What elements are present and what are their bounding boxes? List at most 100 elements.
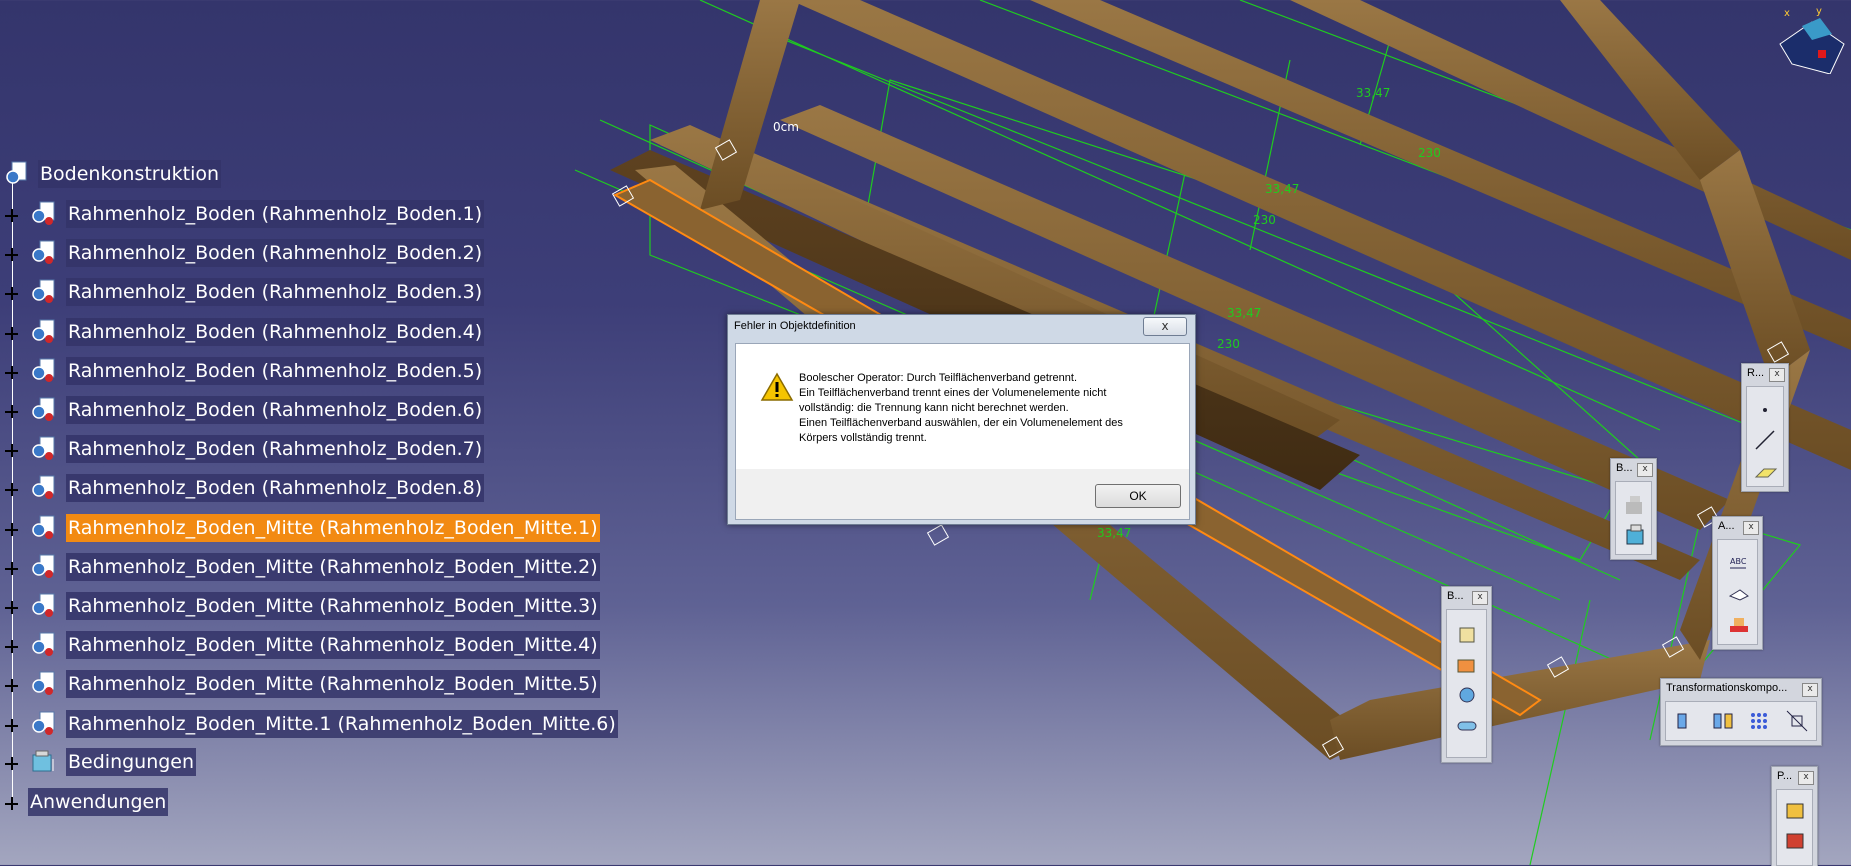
dialog-message-line: vollständig: die Trennung kann nicht ber…: [799, 402, 1069, 414]
dialog-message-line: Ein Teilflächenverband trennt eines der …: [799, 387, 1107, 399]
symmetry-icon[interactable]: [1710, 708, 1736, 734]
thick-surface-icon[interactable]: [1454, 652, 1480, 678]
dialog-message-line: Einen Teilflächenverband auswählen, der …: [799, 417, 1123, 429]
dimension-230-a: 230: [1418, 146, 1441, 160]
toolbar-r[interactable]: R... x: [1741, 363, 1789, 492]
part-instance-icon: [32, 475, 55, 500]
expand-icon[interactable]: [5, 326, 18, 340]
pad-icon[interactable]: [1783, 798, 1809, 824]
constraints-icon: [32, 750, 54, 772]
close-surface-icon[interactable]: [1454, 682, 1480, 708]
compass-widget[interactable]: x y: [1772, 4, 1848, 74]
offset-label: 0cm: [773, 120, 799, 134]
part-icon[interactable]: [1726, 612, 1752, 638]
expand-icon[interactable]: [5, 405, 18, 418]
toolbar-title: B...: [1616, 462, 1633, 474]
dimension-230-c: 230: [1217, 337, 1240, 351]
constraints-label: Bedingungen: [66, 748, 197, 776]
dimension-33-47-a: 33,47: [1356, 86, 1390, 100]
part-instance-icon: [32, 201, 55, 225]
grid-icon[interactable]: [1622, 492, 1648, 518]
box-icon[interactable]: [1622, 522, 1648, 548]
tree-item-label: Rahmenholz_Boden_Mitte (Rahmenholz_Boden…: [66, 513, 600, 542]
tree-item-label: Rahmenholz_Boden (Rahmenholz_Boden.1): [66, 200, 485, 228]
expand-icon[interactable]: [5, 601, 18, 614]
part-instance-icon: [32, 319, 55, 343]
error-dialog: Fehler in Objektdefinition x Boolescher …: [727, 314, 1196, 525]
tree-item-label: Rahmenholz_Boden (Rahmenholz_Boden.2): [66, 239, 485, 268]
toolbar-close-button[interactable]: x: [1769, 368, 1785, 382]
tree-item-label: Rahmenholz_Boden (Rahmenholz_Boden.7): [66, 435, 485, 464]
dimension-33-47-b: 33,47: [1265, 182, 1299, 196]
dialog-footer: OK: [736, 469, 1189, 519]
expand-icon[interactable]: [5, 718, 18, 732]
tree-item-label: Rahmenholz_Boden_Mitte (Rahmenholz_Boden…: [66, 670, 600, 699]
translation-icon[interactable]: [1672, 708, 1698, 734]
pattern-icon[interactable]: [1746, 708, 1772, 734]
part-instance-icon: [32, 554, 55, 578]
toolbar-close-button[interactable]: x: [1472, 591, 1488, 605]
toolbar-a[interactable]: A... x ABC: [1712, 516, 1763, 650]
toolbar-body: [1746, 386, 1784, 487]
dimension-33-47-d: 33,47: [1097, 526, 1131, 540]
tree-item-label: Rahmenholz_Boden (Rahmenholz_Boden.4): [66, 317, 485, 346]
part-instance-icon: [32, 436, 55, 461]
line-icon[interactable]: [1752, 427, 1778, 453]
toolbar-close-button[interactable]: x: [1798, 771, 1814, 785]
toolbar-close-button[interactable]: x: [1802, 683, 1818, 697]
expand-icon[interactable]: [5, 483, 18, 497]
expand-icon[interactable]: [5, 365, 18, 379]
expand-icon[interactable]: [5, 561, 18, 575]
expand-icon[interactable]: [5, 640, 18, 654]
ok-button[interactable]: OK: [1095, 484, 1181, 508]
sew-surface-icon[interactable]: [1454, 712, 1480, 738]
tree-item-label: Rahmenholz_Boden (Rahmenholz_Boden.6): [66, 396, 485, 424]
dialog-close-button[interactable]: x: [1143, 317, 1187, 336]
toolbar-p[interactable]: P... x: [1771, 766, 1818, 866]
expand-icon[interactable]: [5, 209, 18, 222]
tree-item-label: Rahmenholz_Boden_Mitte (Rahmenholz_Boden…: [66, 631, 600, 660]
dimension-33-47-c: 33,47: [1227, 306, 1261, 320]
toolbar-close-button[interactable]: x: [1637, 463, 1653, 477]
tree-item-label: Rahmenholz_Boden_Mitte (Rahmenholz_Boden…: [66, 592, 600, 620]
toolbar-close-button[interactable]: x: [1743, 521, 1759, 535]
point-icon[interactable]: [1752, 397, 1778, 423]
flag-note-icon[interactable]: [1726, 582, 1752, 608]
expand-icon[interactable]: [5, 679, 18, 693]
toolbar-b-small[interactable]: B... x: [1610, 458, 1657, 560]
product-icon: [6, 161, 27, 184]
part-instance-icon: [32, 358, 55, 382]
tree-root-label: Bodenkonstruktion: [38, 160, 222, 188]
tree-item-label: Rahmenholz_Boden_Mitte (Rahmenholz_Boden…: [66, 552, 600, 581]
warning-icon: [760, 372, 794, 401]
expand-icon[interactable]: [5, 287, 18, 301]
tree-item-label: Rahmenholz_Boden (Rahmenholz_Boden.8): [66, 474, 485, 503]
toolbar-transformation[interactable]: Transformationskompo... x: [1660, 678, 1822, 746]
toolbar-b-tall[interactable]: B... x: [1441, 586, 1492, 763]
part-instance-icon: [32, 515, 55, 539]
expand-icon[interactable]: [5, 248, 18, 262]
plane-icon[interactable]: [1752, 457, 1778, 483]
expand-icon[interactable]: [5, 797, 18, 810]
dialog-message: Boolescher Operator: Durch Teilflächenve…: [799, 371, 1179, 446]
expand-icon[interactable]: [5, 757, 18, 770]
split-icon[interactable]: [1454, 622, 1480, 648]
toolbar-body: [1665, 701, 1817, 741]
dialog-content: Boolescher Operator: Durch Teilflächenve…: [735, 343, 1190, 520]
specification-tree: Bodenkonstruktion Rahmenholz_Boden (Rahm…: [0, 0, 620, 865]
part-instance-icon: [32, 632, 55, 657]
pocket-icon[interactable]: [1783, 828, 1809, 854]
toolbar-title: Transformationskompo...: [1666, 682, 1788, 694]
expand-icon[interactable]: [5, 522, 18, 536]
expand-icon[interactable]: [5, 444, 18, 458]
applications-label: Anwendungen: [28, 788, 169, 816]
toolbar-title: A...: [1718, 520, 1735, 532]
text-annotation-icon[interactable]: ABC: [1726, 552, 1752, 578]
part-instance-icon: [32, 279, 55, 304]
toolbar-title: P...: [1777, 770, 1793, 782]
dimension-230-b: 230: [1253, 213, 1276, 227]
part-instance-icon: [32, 671, 55, 696]
dialog-message-line: Körpers vollständig trennt.: [799, 432, 927, 444]
scaling-icon[interactable]: [1784, 708, 1810, 734]
part-instance-icon: [32, 240, 55, 265]
